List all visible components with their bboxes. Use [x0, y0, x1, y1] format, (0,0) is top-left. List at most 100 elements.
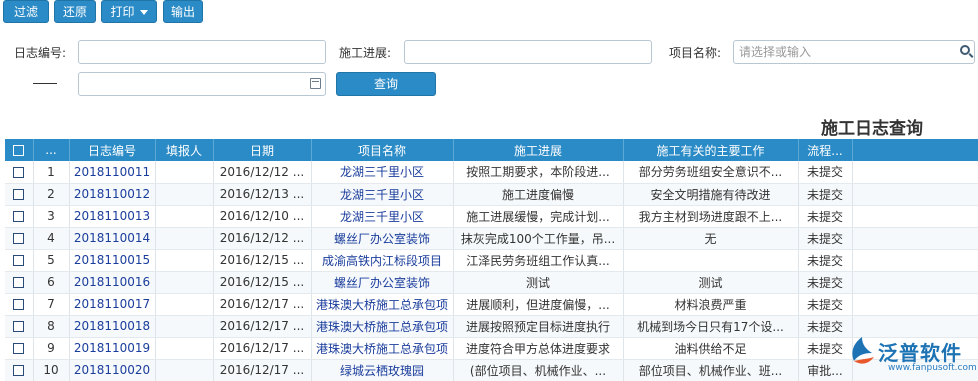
select-all-checkbox[interactable] — [13, 145, 25, 156]
row-log-no[interactable]: 2018110019 — [69, 337, 156, 360]
row-checkbox-cell[interactable] — [5, 293, 34, 316]
row-checkbox-cell[interactable] — [5, 271, 34, 294]
table-row[interactable]: 3 2018110013 2016/12/10 ... 龙湖三千里小区 施工进展缓慢，完… — [5, 205, 978, 228]
row-checkbox-cell[interactable] — [5, 205, 34, 228]
table-row[interactable]: 9 2018110019 2016/12/17 ... 港珠澳大桥施工总承包项 进度符合… — [5, 337, 978, 360]
row-project[interactable]: 龙湖三千里小区 — [311, 183, 454, 206]
row-date: 2016/12/15 ... — [213, 271, 312, 294]
project-select[interactable]: 请选择或输入 — [733, 40, 975, 64]
row-progress: 进展顺利，但进度偏慢，... — [453, 293, 624, 316]
row-log-no[interactable]: 2018110017 — [69, 293, 156, 316]
table-row[interactable]: 6 2018110016 2016/12/15 ... 螺丝厂办公室装饰 测试 测试 未提交 — [5, 271, 978, 294]
row-status: 未提交 — [798, 293, 853, 316]
row-date: 2016/12/12 ... — [213, 161, 312, 184]
table-row[interactable]: 8 2018110018 2016/12/17 ... 港珠澳大桥施工总承包项 进展按照… — [5, 315, 978, 338]
query-button[interactable]: 查询 — [336, 72, 436, 96]
row-checkbox[interactable] — [13, 277, 25, 288]
search-icon[interactable] — [960, 45, 970, 55]
row-log-no[interactable]: 2018110020 — [69, 359, 156, 381]
filter-button[interactable]: 过滤 — [3, 0, 49, 23]
row-seq: 1 — [33, 161, 70, 184]
row-checkbox-cell[interactable] — [5, 337, 34, 360]
row-log-no[interactable]: 2018110014 — [69, 227, 156, 250]
row-main-work: 无 — [623, 227, 799, 250]
row-checkbox-cell[interactable] — [5, 183, 34, 206]
row-main-work: 我方主材到场进度跟不上... — [623, 205, 799, 228]
row-checkbox[interactable] — [13, 343, 25, 354]
table-row[interactable]: 2 2018110012 2016/12/13 ... 龙湖三千里小区 施工进度偏慢 安全… — [5, 183, 978, 206]
row-log-no[interactable]: 2018110012 — [69, 183, 156, 206]
row-filler — [852, 161, 978, 184]
row-project[interactable]: 绿城云栖玫瑰园 — [311, 359, 454, 381]
row-project[interactable]: 港珠澳大桥施工总承包项 — [311, 315, 454, 338]
row-project[interactable]: 螺丝厂办公室装饰 — [311, 271, 454, 294]
row-checkbox[interactable] — [13, 233, 25, 244]
select-all-header[interactable] — [5, 139, 34, 161]
row-seq: 8 — [33, 315, 70, 338]
table-row[interactable]: 1 2018110011 2016/12/12 ... 龙湖三千里小区 按照工期要求，本… — [5, 161, 978, 184]
log-no-label: 日志编号: — [14, 46, 67, 60]
row-project[interactable]: 港珠澳大桥施工总承包项 — [311, 337, 454, 360]
export-button[interactable]: 输出 — [163, 0, 203, 23]
row-log-no[interactable]: 2018110011 — [69, 161, 156, 184]
log-no-input[interactable] — [78, 40, 326, 64]
row-progress: 江泽民劳务班组工作认真... — [453, 249, 624, 272]
row-main-work: 材料浪费严重 — [623, 293, 799, 316]
row-checkbox-cell[interactable] — [5, 249, 34, 272]
row-checkbox[interactable] — [13, 189, 25, 200]
table-row[interactable]: 10 2018110020 2016/12/17 ... 绿城云栖玫瑰园 (部位项目、机… — [5, 359, 978, 381]
row-checkbox[interactable] — [13, 321, 25, 332]
row-log-no[interactable]: 2018110016 — [69, 271, 156, 294]
row-main-work: 油料供给不足 — [623, 337, 799, 360]
row-project[interactable]: 龙湖三千里小区 — [311, 205, 454, 228]
row-seq: 3 — [33, 205, 70, 228]
row-progress: 按照工期要求，本阶段进... — [453, 161, 624, 184]
column-header-seq[interactable]: ... — [33, 139, 70, 161]
fanpusoft-logo: 泛普软件 www.fanpusoft.com — [846, 333, 977, 379]
column-header-project[interactable]: 项目名称 — [311, 139, 454, 161]
row-checkbox[interactable] — [13, 299, 25, 310]
row-status: 未提交 — [798, 205, 853, 228]
row-checkbox-cell[interactable] — [5, 227, 34, 250]
calendar-icon[interactable] — [310, 78, 321, 89]
column-header-main-work[interactable]: 施工有关的主要工作 — [623, 139, 799, 161]
column-header-progress[interactable]: 施工进展 — [453, 139, 624, 161]
row-filler — [852, 249, 978, 272]
date-input[interactable] — [78, 72, 326, 96]
row-log-no[interactable]: 2018110015 — [69, 249, 156, 272]
row-seq: 7 — [33, 293, 70, 316]
row-log-no[interactable]: 2018110013 — [69, 205, 156, 228]
table-row[interactable]: 4 2018110014 2016/12/12 ... 螺丝厂办公室装饰 抹灰完成100… — [5, 227, 978, 250]
column-header-reporter[interactable]: 填报人 — [155, 139, 214, 161]
table-row[interactable]: 7 2018110017 2016/12/17 ... 港珠澳大桥施工总承包项 进展顺利… — [5, 293, 978, 316]
row-progress: 测试 — [453, 271, 624, 294]
column-header-date[interactable]: 日期 — [213, 139, 312, 161]
row-checkbox-cell[interactable] — [5, 359, 34, 381]
row-filler — [852, 271, 978, 294]
print-button[interactable]: 打印 — [101, 0, 157, 23]
row-project[interactable]: 港珠澳大桥施工总承包项 — [311, 293, 454, 316]
range-separator — [33, 83, 57, 84]
row-checkbox[interactable] — [13, 211, 25, 222]
row-project[interactable]: 龙湖三千里小区 — [311, 161, 454, 184]
row-checkbox[interactable] — [13, 365, 25, 376]
row-progress: 进展按照预定目标进度执行 — [453, 315, 624, 338]
column-header-flow[interactable]: 流程... — [798, 139, 853, 161]
row-date: 2016/12/13 ... — [213, 183, 312, 206]
row-reporter — [155, 271, 214, 294]
row-progress: 抹灰完成100个工作量，吊... — [453, 227, 624, 250]
progress-input[interactable] — [404, 40, 652, 64]
reset-button[interactable]: 还原 — [54, 0, 96, 23]
row-reporter — [155, 227, 214, 250]
row-checkbox-cell[interactable] — [5, 315, 34, 338]
column-header-log-no[interactable]: 日志编号 — [69, 139, 156, 161]
table-row[interactable]: 5 2018110015 2016/12/15 ... 成渝高铁内江标段项目 江泽民劳务… — [5, 249, 978, 272]
row-checkbox[interactable] — [13, 255, 25, 266]
row-checkbox-cell[interactable] — [5, 161, 34, 184]
export-button-label: 输出 — [170, 5, 195, 19]
row-reporter — [155, 337, 214, 360]
row-checkbox[interactable] — [13, 166, 25, 178]
row-log-no[interactable]: 2018110018 — [69, 315, 156, 338]
row-project[interactable]: 成渝高铁内江标段项目 — [311, 249, 454, 272]
row-project[interactable]: 螺丝厂办公室装饰 — [311, 227, 454, 250]
